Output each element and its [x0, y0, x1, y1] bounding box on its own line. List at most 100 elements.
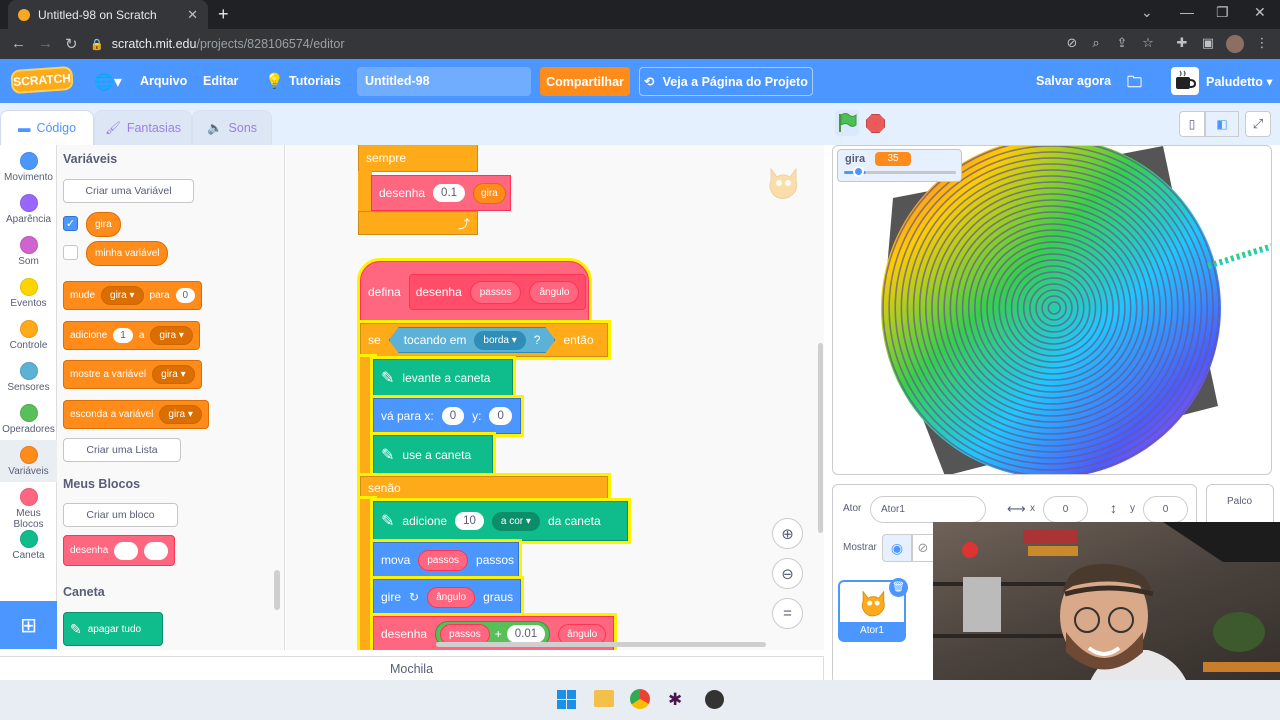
value-slot[interactable]: [144, 541, 169, 560]
tab-code[interactable]: ▬ Código: [0, 110, 94, 145]
show-sprite-button[interactable]: ◉: [882, 534, 912, 562]
change-pen-block[interactable]: ✎ adicione 10 a cor ▾ da caneta: [373, 501, 628, 541]
var-gira-checkbox[interactable]: ✓: [63, 216, 78, 231]
touching-block[interactable]: tocando em borda ▾ ?: [389, 327, 556, 353]
chevron-down-icon[interactable]: ⌄: [1141, 4, 1153, 21]
tab-sounds[interactable]: 🔈 Sons: [192, 110, 272, 145]
address-bar[interactable]: 🔒 scratch.mit.edu /projects/828106574/ed…: [90, 34, 990, 54]
sprite-x-input[interactable]: 0: [1043, 496, 1088, 523]
var-minha-reporter[interactable]: minha variável: [86, 241, 169, 266]
slack-icon[interactable]: ✱: [668, 690, 682, 710]
value-slot[interactable]: 0.1: [433, 184, 466, 202]
large-stage-button[interactable]: ◧: [1205, 111, 1239, 137]
more-menu-icon[interactable]: ⋮: [1254, 35, 1270, 51]
forward-icon[interactable]: →: [38, 35, 53, 52]
save-now-button[interactable]: Salvar agora: [1036, 74, 1111, 88]
script-horizontal-scrollbar[interactable]: [436, 642, 766, 647]
chrome-icon[interactable]: [630, 689, 650, 709]
file-explorer-icon[interactable]: [594, 690, 614, 707]
bookmark-star-icon[interactable]: ☆: [1140, 35, 1156, 51]
monitor-slider-thumb[interactable]: [853, 166, 864, 177]
windows-start-icon[interactable]: [557, 690, 576, 709]
camera-blocked-icon[interactable]: ⊘: [1064, 35, 1080, 51]
zoom-out-button[interactable]: ⊖: [772, 558, 803, 589]
variable-dropdown[interactable]: gira ▾: [150, 326, 193, 345]
scratch-logo[interactable]: SCRATCH: [10, 65, 74, 95]
pen-up-block[interactable]: ✎ levante a caneta: [373, 359, 513, 397]
profile-avatar[interactable]: [1226, 35, 1244, 53]
if-else-block[interactable]: se tocando em borda ▾ ? então: [360, 323, 608, 357]
add-extension-button[interactable]: ⊞: [0, 601, 57, 649]
set-variable-block[interactable]: mude gira ▾ para 0: [63, 281, 203, 310]
browser-tab[interactable]: Untitled-98 on Scratch ✕: [8, 0, 208, 29]
variable-dropdown[interactable]: gira ▾: [159, 405, 202, 424]
make-block-button[interactable]: Criar um bloco: [63, 503, 178, 527]
see-project-page-button[interactable]: ⟲ Veja a Página do Projeto: [639, 67, 813, 96]
turn-block[interactable]: gire ↻ ângulo graus: [373, 579, 521, 615]
value-slot[interactable]: 10: [455, 512, 484, 530]
backpack-bar[interactable]: Mochila: [0, 656, 824, 680]
value-slot[interactable]: 0: [175, 288, 196, 303]
param-reporter[interactable]: ângulo: [529, 280, 580, 304]
variable-dropdown[interactable]: gira ▾: [152, 365, 195, 384]
globe-icon[interactable]: 🌐▾: [94, 72, 122, 92]
category-1[interactable]: Aparência: [0, 188, 57, 230]
var-gira-reporter[interactable]: gira: [86, 212, 121, 237]
param-reporter[interactable]: ângulo: [427, 586, 476, 608]
script-vertical-scrollbar[interactable]: [818, 343, 823, 533]
small-stage-button[interactable]: ▯: [1179, 111, 1205, 137]
value-slot[interactable]: 0.01: [506, 625, 546, 643]
edit-menu[interactable]: Editar: [203, 74, 238, 88]
var-minha-checkbox[interactable]: [63, 245, 78, 260]
zoom-reset-button[interactable]: =: [772, 598, 803, 629]
x-slot[interactable]: 0: [441, 407, 465, 425]
file-menu[interactable]: Arquivo: [140, 74, 187, 88]
category-2[interactable]: Som: [0, 230, 57, 272]
define-block[interactable]: defina desenha passos ângulo: [360, 261, 589, 323]
share-button[interactable]: Compartilhar: [540, 67, 630, 96]
var-reporter[interactable]: gira: [473, 182, 506, 204]
tab-costumes[interactable]: 🖌 Fantasias: [94, 110, 192, 145]
zoom-in-button[interactable]: ⊕: [772, 518, 803, 549]
category-9[interactable]: Caneta: [0, 524, 57, 566]
call-desenha-block[interactable]: desenha 0.1 gira: [371, 175, 511, 211]
new-tab-icon[interactable]: +: [218, 4, 229, 25]
maximize-icon[interactable]: ❐: [1216, 4, 1229, 21]
category-0[interactable]: Movimento: [0, 146, 57, 188]
sprite-y-input[interactable]: 0: [1143, 496, 1188, 523]
lightbulb-icon[interactable]: 💡: [265, 72, 284, 90]
pen-down-block[interactable]: ✎ use a caneta: [373, 435, 493, 475]
forever-block[interactable]: sempre: [358, 145, 478, 172]
make-variable-button[interactable]: Criar uma Variável: [63, 179, 194, 203]
param-reporter[interactable]: passos: [418, 549, 469, 571]
folder-icon[interactable]: 🗀: [1127, 72, 1142, 97]
value-slot[interactable]: 1: [113, 328, 133, 343]
pen-param-dropdown[interactable]: a cor ▾: [491, 511, 540, 531]
category-3[interactable]: Eventos: [0, 272, 57, 314]
delete-sprite-button[interactable]: 🗑: [889, 578, 908, 597]
zoom-icon[interactable]: ⌕: [1088, 35, 1104, 51]
hide-variable-block[interactable]: esconda a variável gira ▾: [63, 400, 209, 429]
palette-scrollbar[interactable]: [274, 570, 280, 610]
move-block[interactable]: mova passos passos: [373, 542, 519, 578]
project-title-input[interactable]: Untitled-98: [357, 67, 531, 96]
custom-block-desenha[interactable]: desenha: [63, 535, 176, 566]
category-8[interactable]: Meus Blocos: [0, 482, 57, 530]
side-panel-icon[interactable]: ▣: [1200, 35, 1216, 51]
goto-xy-block[interactable]: vá para x: 0 y: 0: [373, 398, 521, 434]
param-reporter[interactable]: passos: [469, 280, 522, 304]
close-tab-icon[interactable]: ✕: [187, 7, 198, 23]
reload-icon[interactable]: ↻: [65, 35, 78, 53]
green-flag-button[interactable]: [835, 110, 859, 136]
share-page-icon[interactable]: ⇪: [1114, 35, 1130, 51]
y-slot[interactable]: 0: [489, 407, 512, 425]
script-area[interactable]: sempre desenha 0.1 gira ⤴ defina desenha…: [286, 145, 824, 650]
minimize-icon[interactable]: —: [1180, 4, 1194, 20]
change-variable-block[interactable]: adicione 1 a gira ▾: [63, 321, 200, 350]
username-menu[interactable]: Paludetto ▾: [1206, 74, 1273, 89]
hide-sprite-button[interactable]: ⊘: [912, 534, 934, 562]
touching-dropdown[interactable]: borda ▾: [474, 331, 525, 350]
extensions-icon[interactable]: ✚: [1174, 35, 1190, 51]
make-list-button[interactable]: Criar uma Lista: [63, 438, 181, 462]
back-icon[interactable]: ←: [11, 35, 26, 52]
